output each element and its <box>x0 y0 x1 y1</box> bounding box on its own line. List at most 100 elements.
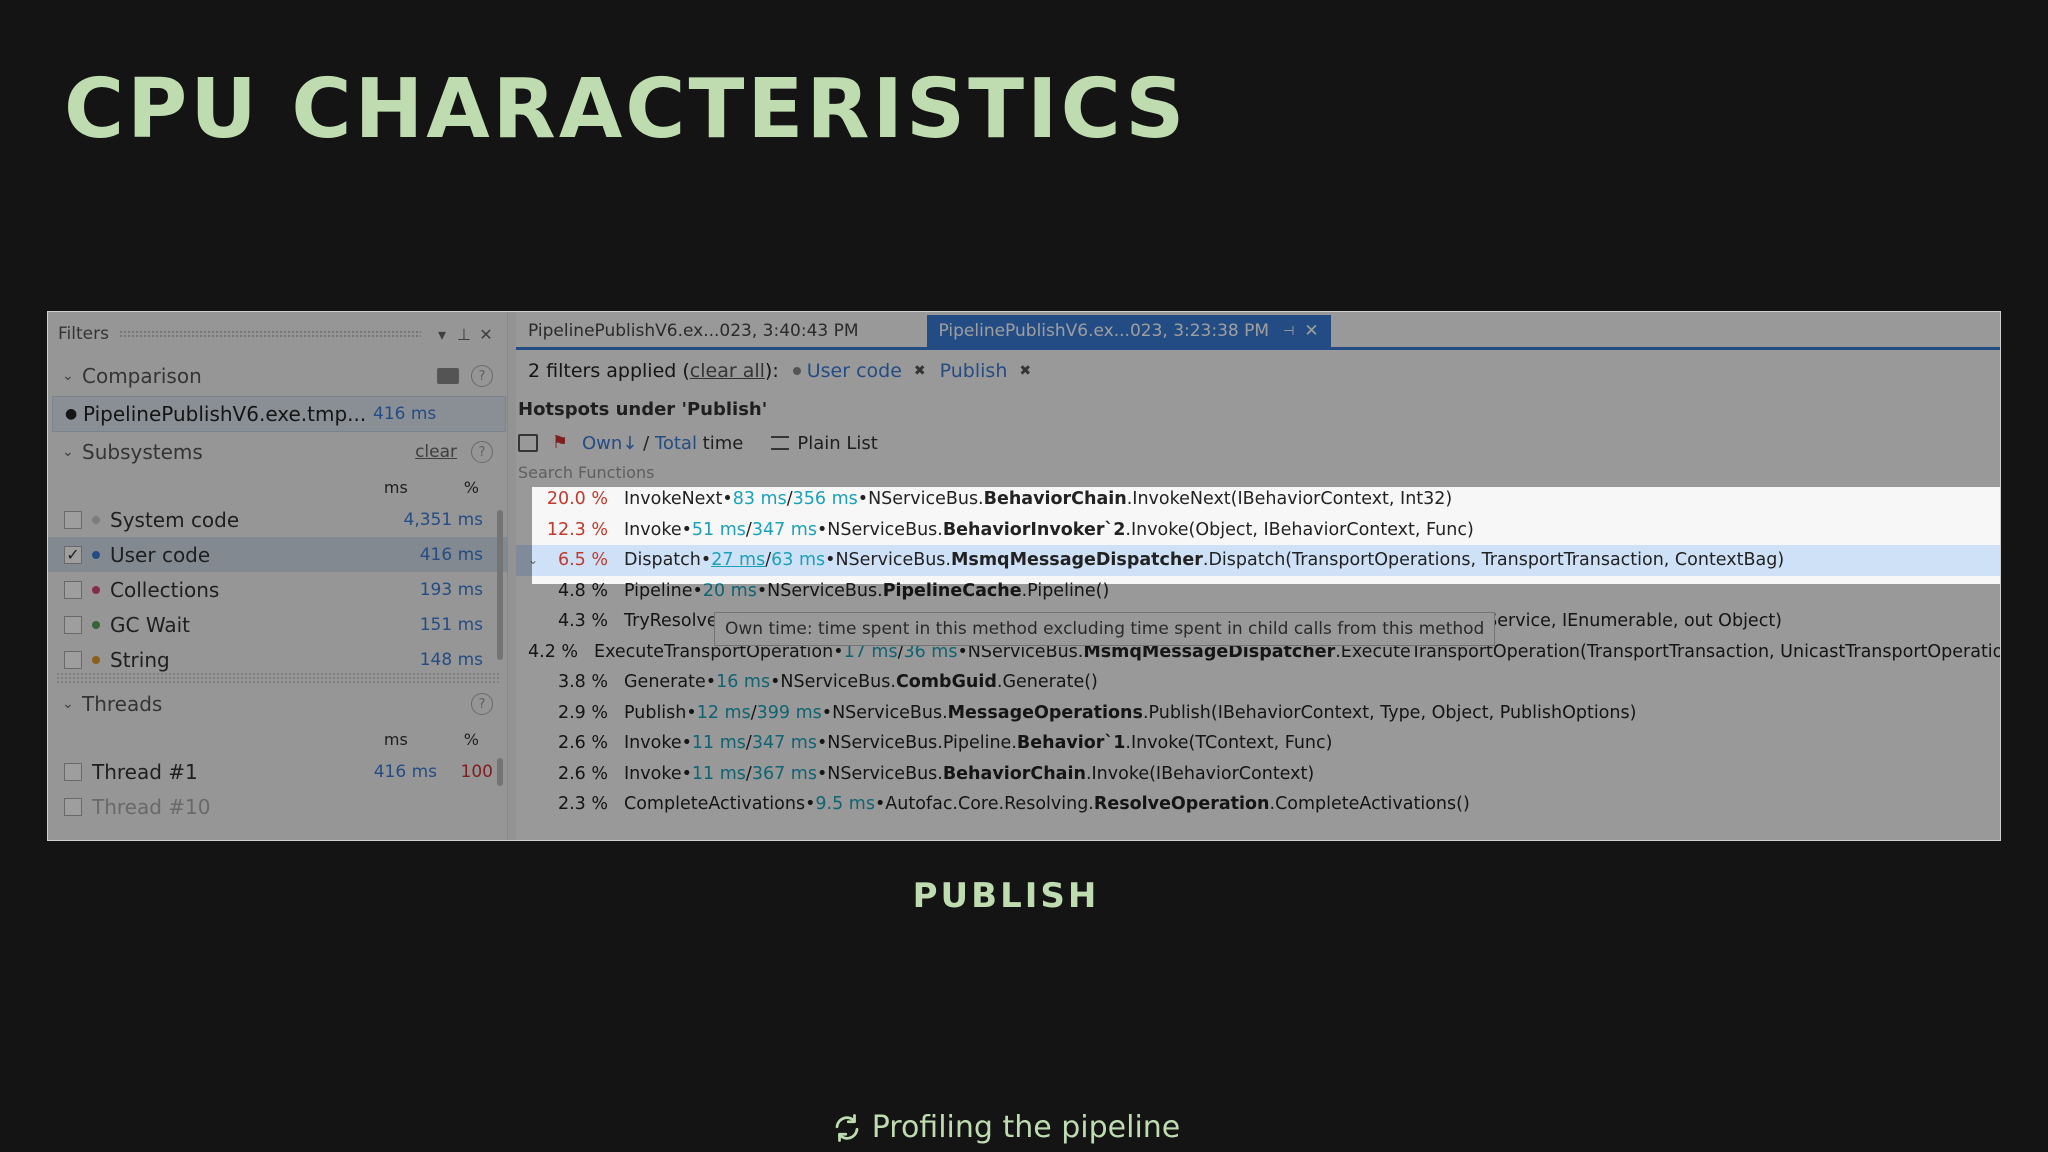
checkbox[interactable] <box>64 762 82 781</box>
row-own-time: 11 ms <box>691 763 746 784</box>
threads-label: Threads <box>82 692 163 716</box>
row-sep: • <box>681 519 692 540</box>
sort-toggle[interactable]: Own↓ / Total time <box>582 433 743 454</box>
subsystems-column-headers: ms % <box>48 472 507 502</box>
row-signature: .Pipeline() <box>1021 580 1110 601</box>
thread-item[interactable]: Thread #10 <box>48 789 507 824</box>
row-method: Invoke <box>624 763 682 784</box>
row-method: Dispatch <box>624 550 701 571</box>
row-method: Publish <box>624 702 687 723</box>
row-total-time: 399 ms <box>756 702 822 723</box>
checkbox[interactable] <box>64 510 82 529</box>
col-ms: ms <box>383 729 408 749</box>
row-own-time: 83 ms <box>732 489 787 510</box>
search-functions-input[interactable]: Search Functions <box>516 460 2000 484</box>
close-icon[interactable]: ✕ <box>1304 321 1318 341</box>
remove-filter-icon[interactable]: ✖ <box>914 363 926 379</box>
tab-label: PipelinePublishV6.ex...023, 3:40:43 PM <box>528 321 859 341</box>
hotspot-row[interactable]: 3.8 % Generate • 16 ms • NServiceBus. Com… <box>516 667 2000 698</box>
refresh-icon <box>835 1113 859 1142</box>
hotspot-row[interactable]: 2.6 % Invoke • 11 ms / 367 ms • NService… <box>516 759 2000 790</box>
row-own-time[interactable]: 27 ms <box>711 550 765 570</box>
row-class: BehaviorInvoker`2 <box>942 519 1126 540</box>
tab-snapshot-2[interactable]: PipelinePublishV6.ex...023, 3:23:38 PM ⊣… <box>926 315 1331 347</box>
subsystem-ms: 416 ms <box>419 544 483 565</box>
row-signature: .Generate() <box>996 672 1098 693</box>
color-dot <box>92 550 100 559</box>
hotspot-row-selected[interactable]: ⌄ 6.5 % Dispatch • 27 ms / 63 ms • NServ… <box>516 545 2000 576</box>
hotspot-row[interactable]: 2.3 % CompleteActivations • 9.5 ms • Aut… <box>516 789 2000 820</box>
checkbox[interactable] <box>64 615 82 634</box>
list-icon <box>771 436 790 450</box>
row-sep: • <box>681 733 692 754</box>
row-class: ResolveOperation <box>1093 794 1270 815</box>
dropdown-icon[interactable]: ▾ <box>431 325 453 344</box>
subsystem-item[interactable]: GC Wait 151 ms <box>48 607 507 642</box>
copy-icon[interactable] <box>518 434 538 452</box>
subsystem-item[interactable]: String 148 ms <box>48 642 507 672</box>
row-pct: 2.6 % <box>557 763 608 784</box>
help-icon[interactable]: ? <box>471 441 493 463</box>
remove-filter-icon[interactable]: ✖ <box>1019 363 1031 379</box>
checkbox[interactable] <box>64 797 82 816</box>
subsystem-item[interactable]: ✓ User code 416 ms <box>48 537 507 572</box>
subsystem-item[interactable]: System code 4,351 ms <box>48 502 507 537</box>
row-sep: • <box>825 550 836 571</box>
thread-ms: 416 ms <box>373 761 437 782</box>
slide-footer: Profiling the pipeline <box>0 1110 2012 1145</box>
hotspot-row[interactable]: 12.3 % Invoke • 51 ms / 347 ms • NServic… <box>516 515 2000 546</box>
row-class: Behavior`1 <box>1016 733 1126 754</box>
row-total-time: 356 ms <box>792 489 858 510</box>
filter-off-icon[interactable]: ⚑ <box>550 433 570 453</box>
threads-section-header[interactable]: ⌄ Threads ? <box>48 684 507 724</box>
row-sep: • <box>686 702 697 723</box>
plain-list-button[interactable]: Plain List <box>771 433 878 454</box>
comparison-item[interactable]: ● PipelinePublishV6.exe.tmp... 416 ms <box>52 396 506 432</box>
scrollbar[interactable] <box>497 758 503 786</box>
subsystem-ms: 193 ms <box>419 579 483 600</box>
own-time-label: Own↓ <box>582 432 638 454</box>
checkbox-checked[interactable]: ✓ <box>64 545 82 564</box>
help-icon[interactable]: ? <box>471 365 493 387</box>
row-class: PipelineCache <box>882 580 1022 601</box>
filter-chip-publish[interactable]: Publish ✖ <box>940 360 1031 382</box>
pin-icon[interactable]: ⊣ <box>1283 324 1294 339</box>
subsystems-clear-link[interactable]: clear <box>415 442 457 462</box>
row-pct: 6.5 % <box>557 550 608 571</box>
row-pct: 4.2 % <box>528 641 579 662</box>
hotspot-row[interactable]: 20.0 % InvokeNext • 83 ms / 356 ms • NSe… <box>516 484 2000 515</box>
color-dot <box>92 655 100 664</box>
checkbox[interactable] <box>64 580 82 599</box>
row-class: MsmqMessageDispatcher <box>950 550 1203 571</box>
hotspot-row[interactable]: 4.8 % Pipeline • 20 ms • NServiceBus. Pip… <box>516 576 2000 607</box>
row-namespace: NServiceBus. <box>835 550 951 571</box>
filters-panel-header: Filters ▾ ⊥ ✕ <box>48 312 507 356</box>
filter-chip-user-code[interactable]: User code ✖ <box>792 360 926 382</box>
subsystem-item[interactable]: Collections 193 ms <box>48 572 507 607</box>
row-sep: • <box>681 763 692 784</box>
hotspot-row[interactable]: 2.6 % Invoke • 11 ms / 347 ms • NService… <box>516 728 2000 759</box>
row-sep: • <box>692 580 703 601</box>
thread-item[interactable]: Thread #1 416 ms 100 <box>48 754 507 789</box>
slash: / <box>637 432 655 454</box>
close-icon[interactable]: ✕ <box>475 325 497 344</box>
splitter[interactable] <box>56 672 499 684</box>
subsystem-label: GC Wait <box>110 612 190 637</box>
hotspot-row[interactable]: 2.9 % Publish • 12 ms / 399 ms • NServic… <box>516 698 2000 729</box>
clear-all-link[interactable]: clear all <box>690 360 765 382</box>
subsystems-section-header[interactable]: ⌄ Subsystems clear ? <box>48 432 507 472</box>
chevron-down-icon[interactable]: ⌄ <box>528 553 542 567</box>
help-icon[interactable]: ? <box>471 693 493 715</box>
total-time-label: Total <box>654 432 697 454</box>
pin-icon[interactable]: ⊥ <box>453 325 475 344</box>
row-class: BehaviorChain <box>983 489 1127 510</box>
checkbox[interactable] <box>64 650 82 669</box>
tab-snapshot-1[interactable]: PipelinePublishV6.ex...023, 3:40:43 PM <box>516 315 871 347</box>
subsystem-label: User code <box>110 542 211 567</box>
folder-icon[interactable] <box>437 368 459 384</box>
row-own-time: 20 ms <box>702 580 757 601</box>
scrollbar[interactable] <box>497 510 503 660</box>
row-class: BehaviorChain <box>942 763 1086 784</box>
comparison-section-header[interactable]: ⌄ Comparison ? <box>48 356 507 396</box>
row-sep: • <box>756 580 768 601</box>
